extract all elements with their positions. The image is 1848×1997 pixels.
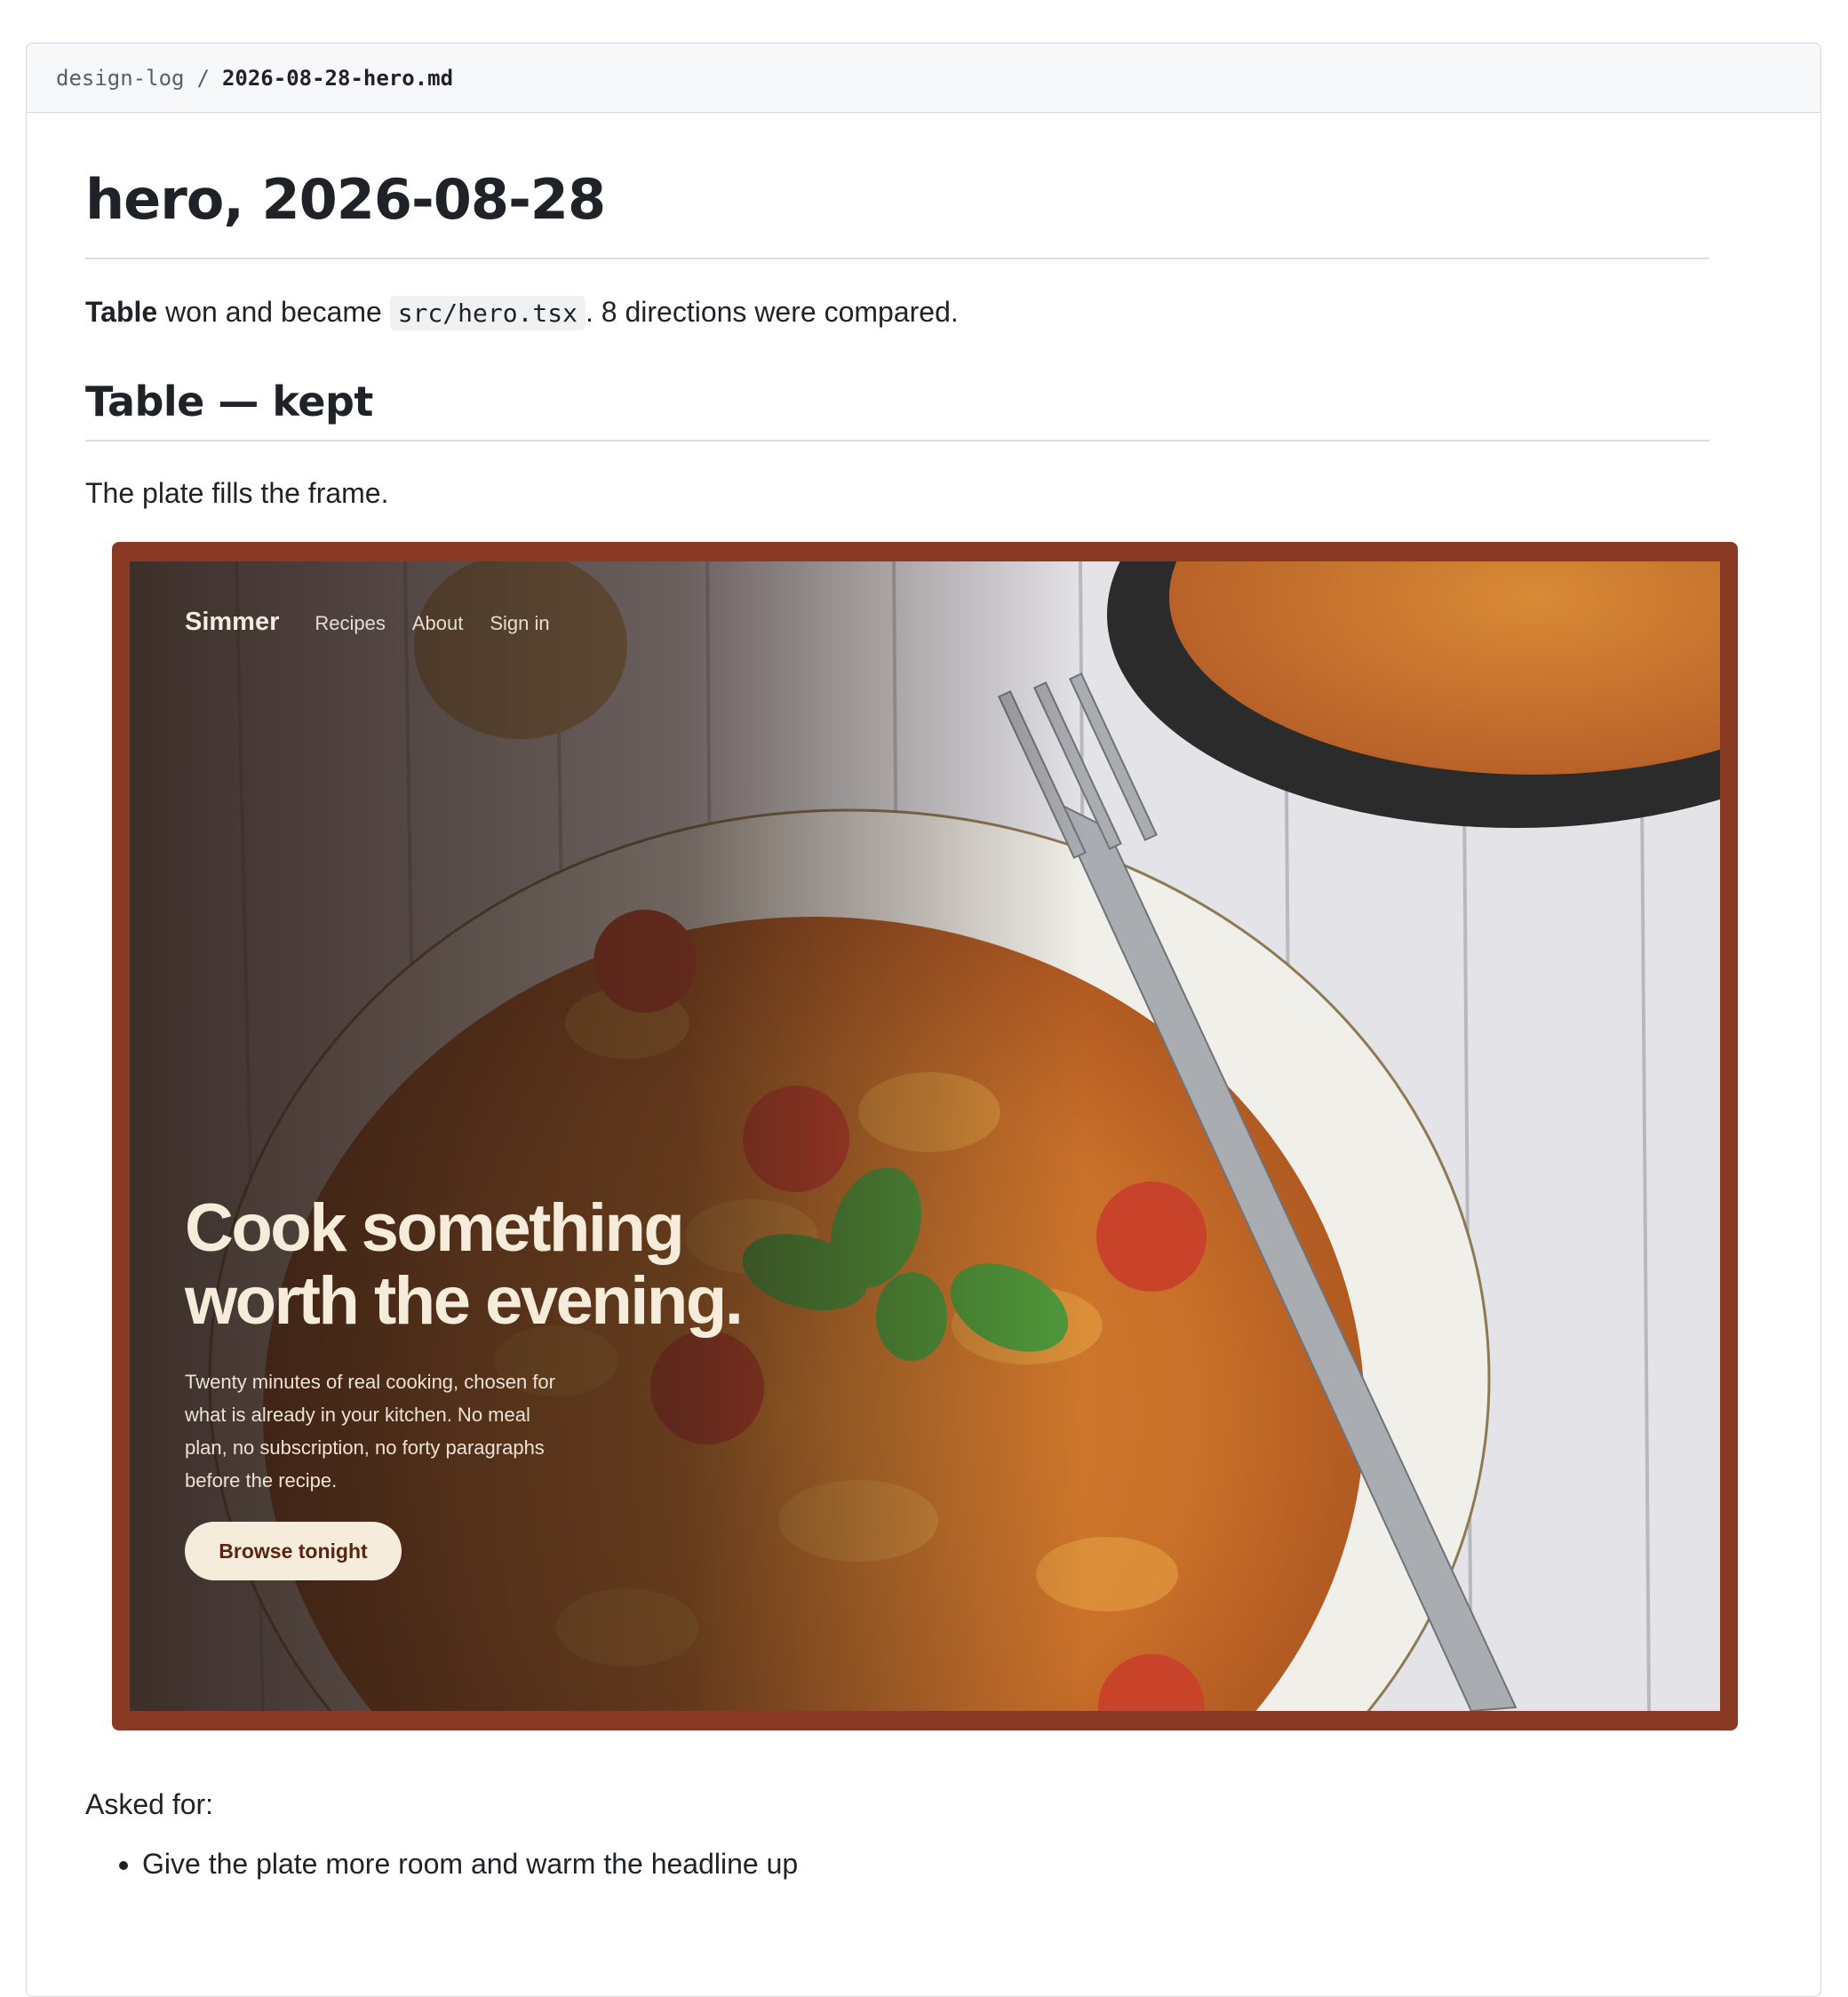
- breadcrumb-folder[interactable]: design-log: [56, 66, 185, 91]
- summary-paragraph: Table won and became src/hero.tsx. 8 dir…: [85, 295, 959, 330]
- breadcrumb: design-log / 2026-08-28-hero.md: [27, 44, 1820, 113]
- browse-tonight-button[interactable]: Browse tonight: [185, 1522, 402, 1580]
- breadcrumb-separator: /: [196, 65, 210, 91]
- title-divider: [85, 258, 1709, 259]
- summary-text-1: won and became: [157, 296, 390, 328]
- section-title: Table — kept: [85, 378, 373, 426]
- asked-for-label: Asked for:: [85, 1788, 214, 1820]
- breadcrumb-file: 2026-08-28-hero.md: [221, 65, 454, 91]
- hero-nav-recipes[interactable]: Recipes: [315, 612, 385, 635]
- hero-nav-sign-in[interactable]: Sign in: [490, 612, 549, 635]
- hero-preview-frame: Simmer Recipes About Sign in Cook someth…: [112, 542, 1738, 1730]
- section-divider: [85, 440, 1709, 442]
- hero-preview: Simmer Recipes About Sign in Cook someth…: [130, 561, 1720, 1711]
- hero-nav: Simmer Recipes About Sign in: [185, 608, 550, 637]
- hero-subtext: Twenty minutes of real cooking, chosen f…: [185, 1371, 555, 1492]
- asks-list: Give the plate more room and warm the he…: [85, 1847, 798, 1881]
- page-title: hero, 2026-08-28: [85, 167, 606, 232]
- summary-text-2: . 8 directions were compared.: [585, 296, 959, 328]
- hero-nav-about[interactable]: About: [412, 612, 464, 635]
- list-item: Give the plate more room and warm the he…: [142, 1847, 798, 1881]
- hero-brand-logo[interactable]: Simmer: [185, 608, 279, 637]
- summary-winner: Table: [85, 296, 158, 328]
- section-paragraph: The plate fills the frame.: [85, 477, 389, 509]
- hero-headline: Cook something worth the evening.: [185, 1190, 744, 1339]
- summary-code: src/hero.tsx: [389, 296, 585, 330]
